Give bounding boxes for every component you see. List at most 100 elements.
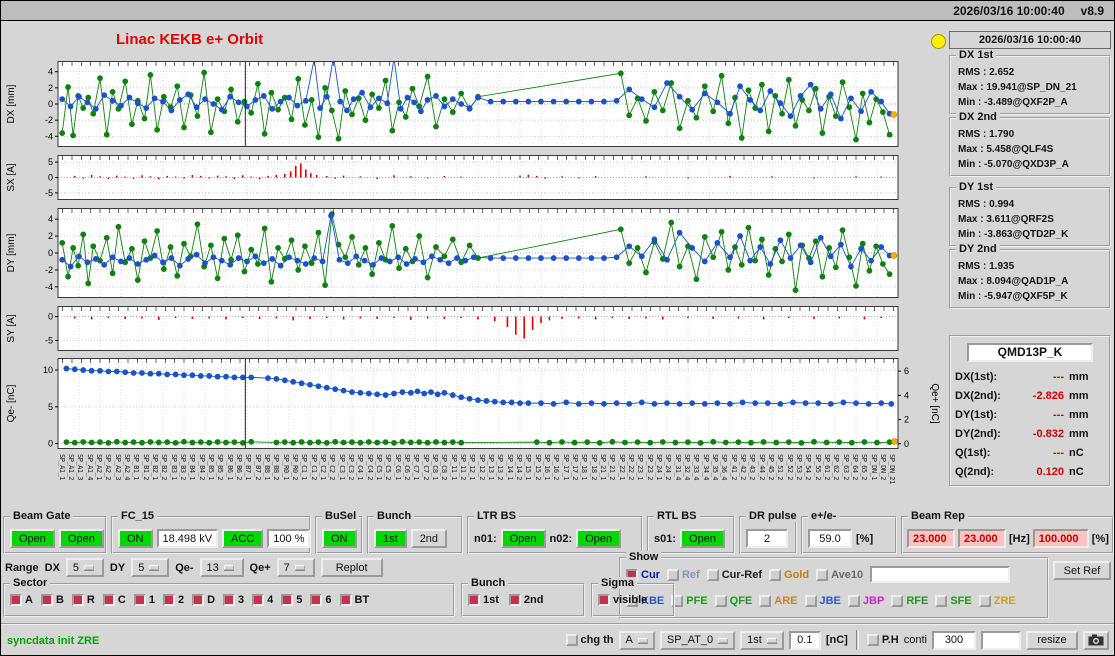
show-zre-checkbox[interactable] [978,595,991,607]
sector-b-checkbox[interactable] [40,594,53,606]
show-ave10-checkbox[interactable] [816,568,829,581]
bunch-1st-button[interactable]: 1st [374,529,407,548]
snapshot-button[interactable] [1083,630,1109,650]
show-sfe-checkbox[interactable] [935,595,948,607]
show-jbe[interactable]: JBE [804,595,841,607]
sector-3[interactable]: 3 [223,594,244,606]
sector-c[interactable]: C [102,594,126,606]
sector-2[interactable]: 2 [162,594,184,606]
chg-th-checkbox[interactable] [565,634,578,646]
show-are[interactable]: ARE [759,595,798,607]
sector-b[interactable]: B [40,594,64,606]
bpm-label: SP_61_2 [823,454,831,481]
sector-6-checkbox[interactable] [310,594,323,606]
sector-5[interactable]: 5 [281,594,302,606]
show-are-checkbox[interactable] [759,595,772,607]
sigma-visible-checkbox[interactable] [598,594,610,606]
sp-at-dropdown[interactable]: SP_AT_0 [659,630,736,650]
show-pfe-label: PFE [686,595,708,607]
rtl-s01-open-button[interactable]: Open [680,529,725,548]
fc15-kv-field[interactable]: 18.498 kV [156,529,219,548]
show-ave10[interactable]: Ave10 [816,568,863,581]
show-rfe-checkbox[interactable] [891,595,904,607]
show-qfe[interactable]: QFE [714,595,752,607]
sector-d[interactable]: D [192,594,215,606]
threshold-field[interactable]: 0.1 [788,630,821,650]
fc15-on-button[interactable]: ON [118,529,153,548]
show-zre-label: ZRE [993,595,1016,607]
ref-name-input[interactable] [870,566,1011,583]
ltr-n02-open-button[interactable]: Open [576,529,622,548]
epe-ratio-field[interactable]: 59.0 [808,529,852,548]
sector-r[interactable]: R [71,594,95,606]
dr-pulse-field[interactable]: 2 [746,529,788,548]
magnet-name-field[interactable]: QMD13P_K [967,343,1093,362]
show-rfe[interactable]: RFE [891,595,928,607]
bunch-2nd-checkbox[interactable] [508,594,521,606]
replot-button[interactable]: Replot [320,558,383,577]
beam-gate-open1-button[interactable]: Open [10,529,55,548]
show-cur-ref[interactable]: Cur-Ref [706,568,762,581]
sector-3-checkbox[interactable] [223,594,236,606]
range-row: Range DX 5 DY 5 Qe- 13 Qe+ 7 Replot [5,558,383,577]
sector-d-checkbox[interactable] [192,594,205,606]
chg-th-checkbox-item[interactable]: chg th [565,634,614,646]
sector-4[interactable]: 4 [252,594,273,606]
range-qep-dropdown[interactable]: 7 [276,558,315,577]
sector-1-checkbox[interactable] [133,594,146,606]
bunch-1st-checkbox[interactable] [468,594,480,606]
show-jbp-checkbox[interactable] [847,595,860,607]
show-qfe-checkbox[interactable] [714,595,727,607]
show-gold[interactable]: Gold [769,568,809,581]
sector-6[interactable]: 6 [310,594,332,606]
show-ref[interactable]: Ref [666,568,700,581]
beam-rep-field1[interactable]: 23.000 [907,529,955,548]
bpm-label: SP_65_2 [860,454,869,481]
beam-rep-field3[interactable]: 100.000 [1032,529,1089,548]
interval-field[interactable]: 300 [932,630,976,650]
range-dx-dropdown[interactable]: 5 [65,558,104,577]
show-jbe-checkbox[interactable] [804,595,817,607]
show-zre[interactable]: ZRE [978,595,1016,607]
sector-a-checkbox[interactable] [10,594,22,606]
sector-5-checkbox[interactable] [281,594,294,606]
sector-r-checkbox[interactable] [71,594,84,606]
bunch-2nd[interactable]: 2nd [508,594,543,606]
busel-on-button[interactable]: ON [322,529,357,548]
fc15-percent-field[interactable]: 100 % [267,529,311,548]
ph-checkbox-item[interactable]: P.H [866,634,899,646]
show-pfe[interactable]: PFE [671,595,708,607]
sector-bt-checkbox[interactable] [339,594,352,606]
show-ref-checkbox[interactable] [666,568,679,581]
beam-gate-open2-button[interactable]: Open [58,529,104,548]
sector-2-checkbox[interactable] [162,594,175,606]
blank-field[interactable] [981,630,1021,650]
monitor-row-label: Q(2nd): [955,465,995,478]
sector-1[interactable]: 1 [133,594,155,606]
resize-button[interactable]: resize [1026,630,1078,650]
show-sfe[interactable]: SFE [935,595,972,607]
bunch-2nd-button[interactable]: 2nd [410,529,448,548]
ltr-n01-open-button[interactable]: Open [500,529,546,548]
show-jbp[interactable]: JBP [847,595,884,607]
sector-c-checkbox[interactable] [102,594,115,606]
show-cur-ref-checkbox[interactable] [706,568,719,581]
sector-a[interactable]: A [10,594,33,606]
set-ref-button[interactable]: Set Ref [1053,561,1111,580]
ph-checkbox[interactable] [866,634,879,646]
bunch-dropdown[interactable]: 1st [740,630,784,650]
show-gold-checkbox[interactable] [769,568,782,581]
sector-bt[interactable]: BT [339,594,369,606]
range-dy-dropdown[interactable]: 5 [131,558,170,577]
beam-rep-field2[interactable]: 23.000 [958,529,1006,548]
bpm-label: SP_R0_1 [281,454,290,481]
range-qem-dropdown[interactable]: 13 [199,558,244,577]
bunch-1st[interactable]: 1st [468,594,499,606]
stat-max-value: Max : 5.458@QLF4S [958,144,1054,155]
dropdown-indicator-icon [294,565,305,570]
sigma-visible[interactable]: visible [598,594,647,606]
bpm-label: SP_C7_2 [421,454,430,481]
mode-dropdown[interactable]: A [618,630,655,650]
fc15-acc-button[interactable]: ACC [222,529,264,548]
sector-4-checkbox[interactable] [252,594,265,606]
